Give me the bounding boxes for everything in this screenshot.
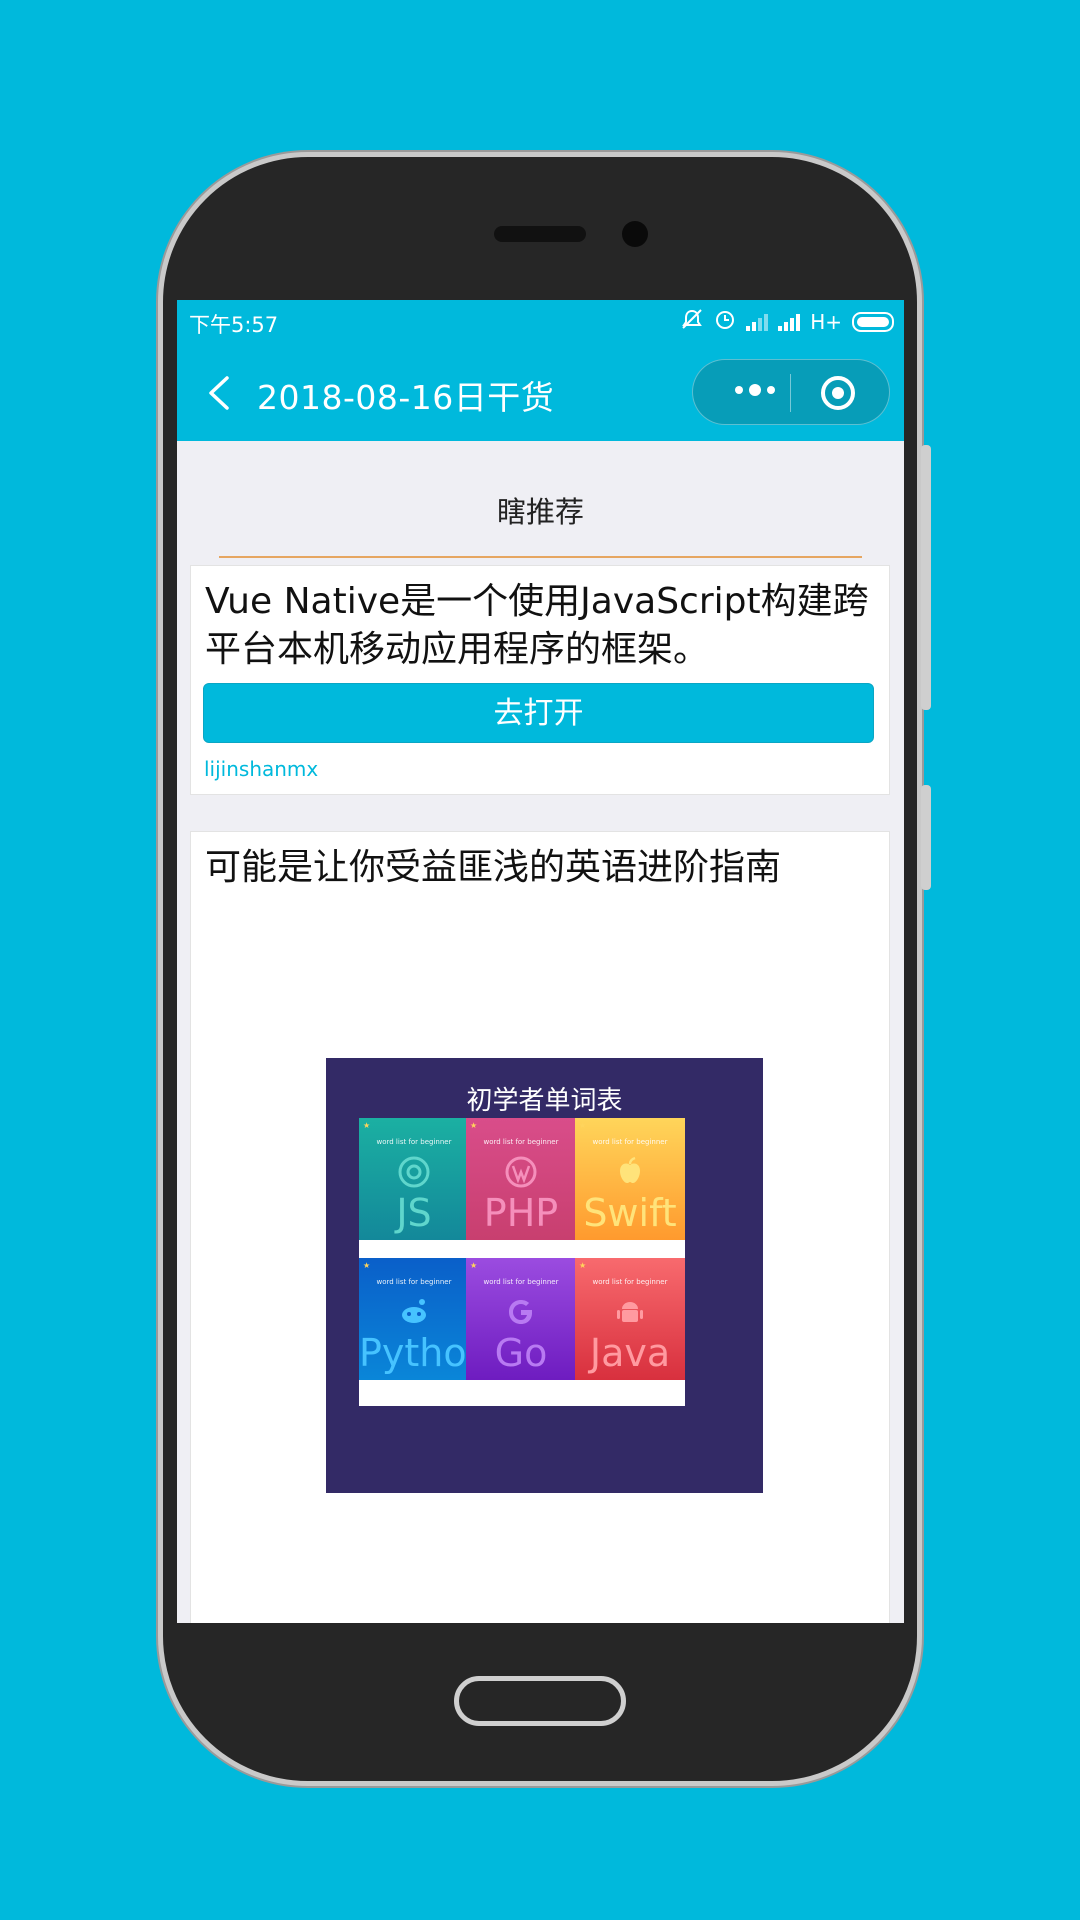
book-cover-art: ★ word list for beginner JS (359, 1118, 469, 1240)
book-subtitle: word list for beginner (483, 1278, 559, 1286)
network-type: H+ (810, 309, 842, 334)
book-subtitle: word list for beginner (592, 1278, 668, 1286)
book-name: Java (589, 1331, 671, 1375)
book-cover-swift: ★ word list for beginner Swift (575, 1118, 685, 1266)
book-cover-art: ★ word list for beginner Java (575, 1258, 685, 1380)
book-cover-art: ★ word list for beginner Python (359, 1258, 469, 1380)
book-cover-art: ★ word list for beginner Go (466, 1258, 576, 1380)
book-cover-python: ★ word list for beginner Python (359, 1258, 469, 1406)
star-icon: ★ (579, 1121, 587, 1130)
star-icon: ★ (579, 1261, 587, 1270)
article-title: 可能是让你受益匪浅的英语进阶指南 (205, 847, 782, 888)
signal-icon-2 (778, 313, 801, 331)
star-icon: ★ (470, 1261, 478, 1270)
open-button[interactable]: 去打开 (203, 683, 874, 743)
google-icon (509, 1300, 532, 1324)
mini-program-capsule (692, 359, 890, 425)
book-cover-art: ★ word list for beginner Swift (575, 1118, 685, 1240)
chrome-icon (398, 1156, 430, 1188)
android-icon (617, 1302, 643, 1322)
article-card[interactable]: 可能是让你受益匪浅的英语进阶指南 初学者单词表 ★ word list for b… (190, 831, 890, 1623)
signal-icon-1 (746, 313, 769, 331)
status-time: 下午5:57 (189, 313, 279, 337)
star-icon: ★ (363, 1261, 371, 1270)
book-cover-java: ★ word list for beginner Java (575, 1258, 685, 1406)
article-author[interactable]: lijinshanmx (204, 757, 318, 781)
back-arrow-icon[interactable] (207, 376, 231, 410)
more-menu-icon[interactable] (735, 384, 775, 396)
nav-bar: 2018-08-16日干货 (177, 346, 904, 441)
section-title: 瞎推荐 (496, 495, 584, 529)
section-divider (219, 556, 862, 558)
book-name: Python (359, 1331, 469, 1375)
mute-icon (680, 308, 704, 335)
front-camera (622, 221, 648, 247)
alarm-icon (714, 308, 736, 335)
article-title: Vue Native是一个使用JavaScript构建跨平台本机移动应用程序的框… (205, 581, 869, 670)
star-icon: ★ (363, 1121, 371, 1130)
power-button (921, 785, 931, 890)
volume-button (921, 445, 931, 710)
reddit-icon (402, 1299, 426, 1323)
capsule-divider (790, 374, 791, 412)
book-subtitle: word list for beginner (483, 1138, 559, 1146)
book-cover-php: ★ word list for beginner PHP (466, 1118, 576, 1266)
book-subtitle: word list for beginner (376, 1138, 452, 1146)
battery-icon (852, 311, 894, 332)
status-bar: 下午5:57 H+ (177, 300, 904, 346)
apple-icon (620, 1156, 640, 1183)
close-miniprogram-icon[interactable] (821, 376, 855, 410)
book-cover-go: ★ word list for beginner Go (466, 1258, 576, 1406)
poster-title: 初学者单词表 (466, 1086, 623, 1116)
home-button[interactable] (454, 1676, 626, 1726)
book-subtitle: word list for beginner (376, 1278, 452, 1286)
page-title: 2018-08-16日干货 (257, 378, 555, 417)
earpiece-speaker (494, 226, 586, 242)
status-icons: H+ (680, 308, 894, 335)
article-card[interactable]: Vue Native是一个使用JavaScript构建跨平台本机移动应用程序的框… (190, 565, 890, 795)
wordpress-icon (505, 1156, 537, 1188)
book-name: Go (494, 1331, 548, 1375)
book-cover-art: ★ word list for beginner PHP (466, 1118, 576, 1240)
book-name: PHP (483, 1191, 559, 1235)
book-name: Swift (583, 1191, 677, 1235)
star-icon: ★ (470, 1121, 478, 1130)
book-name: JS (396, 1191, 432, 1235)
book-cover-js: ★ word list for beginner JS (359, 1118, 469, 1266)
article-image: 初学者单词表 ★ word list for beginner JS ★ word li… (326, 1058, 763, 1493)
book-subtitle: word list for beginner (592, 1138, 668, 1146)
screen: 下午5:57 H+ 2018-08-16日干货 瞎推荐 Vue Native是一… (177, 300, 904, 1623)
